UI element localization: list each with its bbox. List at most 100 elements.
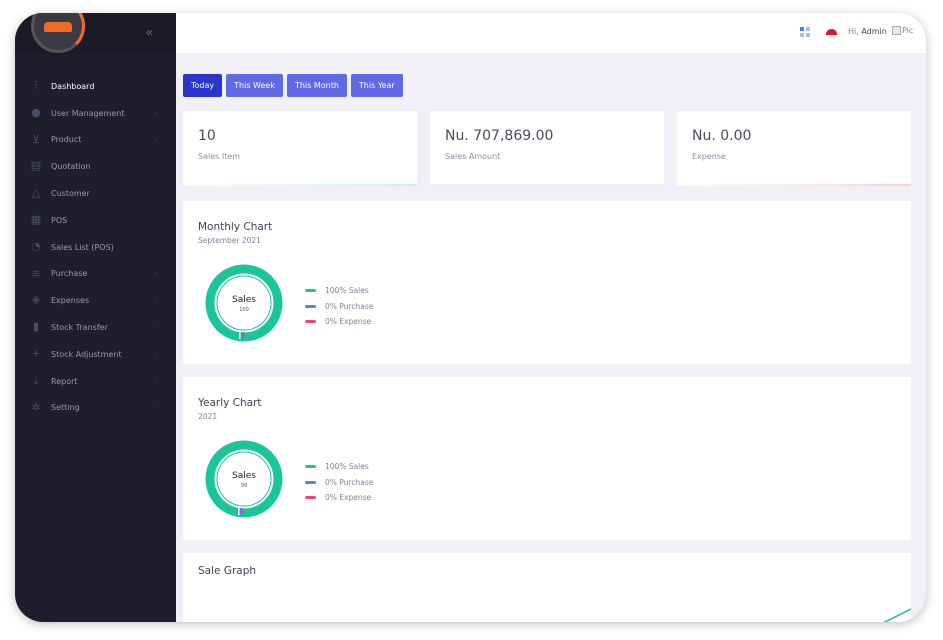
plus-icon: + bbox=[31, 346, 41, 360]
user-name: Admin bbox=[861, 27, 887, 36]
sidebar-item-label: User Management bbox=[51, 108, 125, 118]
sidebar-item-expenses[interactable]: ◈ Expenses › bbox=[15, 287, 176, 314]
donut-center-label: Sales bbox=[232, 295, 256, 305]
sidebar-item-label: Quotation bbox=[51, 162, 91, 172]
chevron-right-icon: › bbox=[155, 269, 159, 279]
sidebar-item-label: POS bbox=[51, 215, 68, 225]
legend-swatch bbox=[305, 304, 316, 308]
legend-swatch bbox=[305, 320, 316, 324]
monthly-chart-title: Monthly Chart bbox=[198, 221, 273, 233]
date-filter-group: Today This Week This Month This Year bbox=[183, 74, 403, 97]
legend-label: 0% Expense bbox=[325, 317, 372, 327]
user-greeting[interactable]: Hi, Admin bbox=[848, 27, 887, 36]
filter-this-week-button[interactable]: This Week bbox=[226, 74, 283, 97]
sales-amount-label: Sales Amount bbox=[445, 152, 501, 161]
yearly-chart-title: Yearly Chart bbox=[198, 397, 262, 409]
legend-item-purchase[interactable]: 0% Purchase bbox=[305, 475, 373, 491]
expense-card: Nu. 0.00 Expense bbox=[677, 111, 911, 186]
warning-icon: △ bbox=[31, 186, 41, 200]
sidebar-item-label: Report bbox=[51, 376, 78, 386]
legend-label: 100% Sales bbox=[325, 286, 369, 296]
document-icon: ▤ bbox=[30, 159, 42, 173]
yearly-chart-subtitle: 2021 bbox=[198, 412, 218, 421]
sidebar-item-label: Stock Transfer bbox=[51, 323, 108, 333]
donut-center-label: Sales bbox=[232, 471, 256, 481]
sidebar-item-stock-adjustment[interactable]: + Stock Adjustment › bbox=[15, 341, 176, 368]
monthly-donut-chart[interactable]: Sales 100 bbox=[204, 263, 284, 343]
sidebar-item-sales-list-pos[interactable]: ◔ Sales List (POS) bbox=[15, 234, 176, 261]
arc-gap bbox=[238, 508, 240, 515]
sidebar-nav: ⫶ Dashboard ● User Management › ⊻ Product › ▤ Quo… bbox=[15, 73, 176, 421]
sidebar-item-purchase[interactable]: ≋ Purchase › bbox=[15, 261, 176, 288]
legend-item-sales[interactable]: 100% Sales bbox=[305, 459, 373, 475]
yearly-chart-card: Yearly Chart 2021 Sales 99 100% Sales 0%… bbox=[183, 377, 911, 540]
yearly-donut-chart[interactable]: Sales 99 bbox=[204, 439, 284, 519]
sidebar-item-label: Customer bbox=[51, 189, 90, 199]
monthly-chart-subtitle: September 2021 bbox=[198, 236, 261, 245]
yearly-chart-legend: 100% Sales 0% Purchase 0% Expense bbox=[305, 459, 373, 506]
sale-graph-line bbox=[883, 608, 911, 622]
sidebar-item-dashboard[interactable]: ⫶ Dashboard bbox=[15, 73, 176, 100]
greeting-text: Hi, bbox=[848, 27, 859, 36]
legend-label: 100% Sales bbox=[325, 462, 369, 472]
chevron-right-icon: › bbox=[155, 323, 159, 333]
brand-logo[interactable] bbox=[31, 13, 85, 53]
legend-label: 0% Expense bbox=[325, 493, 372, 503]
sidebar: « ⫶ Dashboard ● User Management › ⊻ Product › ▤ Q… bbox=[15, 13, 176, 622]
layers-icon: ≋ bbox=[31, 266, 41, 280]
sale-graph-title: Sale Graph bbox=[198, 565, 257, 577]
sales-item-value: 10 bbox=[198, 128, 216, 144]
sidebar-item-product[interactable]: ⊻ Product › bbox=[15, 127, 176, 154]
card-accent-bar bbox=[183, 184, 417, 186]
sale-graph-card: Sale Graph bbox=[183, 553, 911, 622]
purchase-arc bbox=[240, 508, 242, 515]
sidebar-item-quotation[interactable]: ▤ Quotation bbox=[15, 153, 176, 180]
sales-amount-card: Nu. 707,869.00 Sales Amount bbox=[430, 111, 664, 186]
sidebar-item-stock-transfer[interactable]: ▮ Stock Transfer › bbox=[15, 314, 176, 341]
logo-arc bbox=[31, 13, 85, 53]
double-chevron-left-icon[interactable]: « bbox=[145, 25, 154, 41]
avatar[interactable]: Pic bbox=[892, 26, 913, 35]
sidebar-item-user-management[interactable]: ● User Management › bbox=[15, 100, 176, 127]
legend-item-purchase[interactable]: 0% Purchase bbox=[305, 299, 373, 315]
app-frame: « ⫶ Dashboard ● User Management › ⊻ Product › ▤ Q… bbox=[15, 13, 926, 622]
sidebar-item-setting[interactable]: ✲ Setting › bbox=[15, 395, 176, 422]
sidebar-header: « bbox=[15, 13, 176, 54]
legend-swatch bbox=[305, 496, 316, 500]
card-accent-bar bbox=[677, 184, 911, 186]
chevron-right-icon: › bbox=[155, 376, 159, 386]
purchase-arc bbox=[241, 332, 243, 339]
filter-this-year-button[interactable]: This Year bbox=[350, 74, 403, 97]
sidebar-item-label: Product bbox=[51, 135, 82, 145]
card-accent-bar bbox=[430, 184, 664, 186]
legend-item-sales[interactable]: 100% Sales bbox=[305, 283, 373, 299]
users-icon: ● bbox=[31, 105, 41, 119]
sidebar-item-label: Purchase bbox=[51, 269, 88, 279]
sidebar-item-pos[interactable]: ▦ POS bbox=[15, 207, 176, 234]
donut-center-value: 100 bbox=[239, 307, 249, 313]
sales-item-label: Sales Item bbox=[198, 152, 241, 161]
gear-icon: ✲ bbox=[31, 400, 41, 414]
legend-swatch bbox=[305, 289, 316, 293]
language-flag-icon[interactable] bbox=[826, 29, 837, 35]
sidebar-item-report[interactable]: ⤓ Report › bbox=[15, 368, 176, 395]
sales-amount-value: Nu. 707,869.00 bbox=[445, 128, 554, 144]
sidebar-item-customer[interactable]: △ Customer bbox=[15, 180, 176, 207]
broken-image-icon bbox=[892, 26, 901, 35]
sidebar-item-label: Dashboard bbox=[51, 81, 95, 91]
arc-gap bbox=[239, 332, 241, 339]
filter-today-button[interactable]: Today bbox=[183, 74, 223, 97]
apps-grid-icon[interactable] bbox=[800, 27, 810, 37]
sidebar-item-label: Setting bbox=[51, 403, 80, 413]
legend-label: 0% Purchase bbox=[325, 301, 374, 311]
filter-this-month-button[interactable]: This Month bbox=[286, 74, 347, 97]
monthly-chart-legend: 100% Sales 0% Purchase 0% Expense bbox=[305, 283, 373, 330]
expense-arc bbox=[242, 508, 244, 515]
sales-item-card: 10 Sales Item bbox=[183, 111, 417, 186]
legend-swatch bbox=[305, 480, 316, 484]
clock-icon: ◔ bbox=[31, 239, 41, 253]
sidebar-item-label: Sales List (POS) bbox=[51, 242, 114, 252]
legend-item-expense[interactable]: 0% Expense bbox=[305, 314, 373, 330]
sliders-icon: ⫶ bbox=[34, 79, 38, 92]
legend-item-expense[interactable]: 0% Expense bbox=[305, 490, 373, 506]
